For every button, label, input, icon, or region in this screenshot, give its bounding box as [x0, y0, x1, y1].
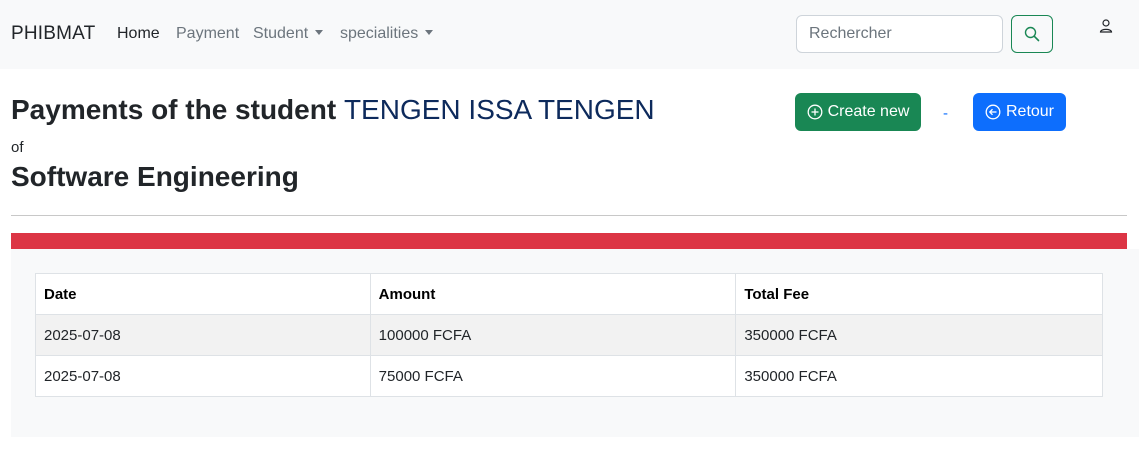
cell-date: 2025-07-08	[35, 314, 371, 356]
caret-down-icon	[425, 30, 434, 35]
create-new-label: Create new	[827, 103, 910, 120]
alert-bar	[11, 233, 1127, 249]
column-header-total-fee: Total Fee	[735, 273, 1103, 315]
page-title-prefix: Payments of the student	[11, 94, 337, 125]
search-button[interactable]	[1011, 15, 1053, 53]
cell-date: 2025-07-08	[35, 355, 371, 397]
of-label: of	[11, 139, 24, 156]
column-header-amount: Amount	[369, 273, 737, 315]
nav-dropdown-specialities[interactable]: specialities	[340, 25, 434, 43]
nav-link-home[interactable]: Home	[117, 25, 160, 43]
search-icon	[1024, 26, 1040, 42]
speciality-name: Software Engineering	[11, 161, 299, 192]
nav-dropdown-specialities-label: specialities	[340, 25, 419, 42]
nav-dropdown-student-label: Student	[253, 25, 309, 42]
button-separator: -	[943, 105, 948, 122]
caret-down-icon	[315, 30, 324, 35]
nav-link-payment[interactable]: Payment	[176, 25, 239, 43]
cell-total-fee: 350000 FCFA	[735, 355, 1103, 397]
cell-amount: 75000 FCFA	[369, 355, 737, 397]
back-button[interactable]: Retour	[973, 93, 1066, 131]
table-row: 2025-07-08 75000 FCFA 350000 FCFA	[35, 355, 1103, 397]
student-name: TENGEN ISSA TENGEN	[343, 94, 655, 125]
navbar: PHIBMAT Home Payment Student specialitie…	[0, 0, 1139, 69]
table-row: 2025-07-08 100000 FCFA 350000 FCFA	[35, 314, 1103, 356]
brand-logo-text[interactable]: PHIBMAT	[11, 23, 95, 45]
create-new-button[interactable]: Create new	[795, 93, 921, 131]
table-header-row: Date Amount Total Fee	[35, 273, 1103, 315]
cell-amount: 100000 FCFA	[369, 314, 737, 356]
plus-circle-icon	[807, 104, 823, 120]
column-header-date: Date	[35, 273, 371, 315]
back-label: Retour	[1005, 103, 1055, 120]
user-icon[interactable]	[1098, 18, 1114, 34]
search-input[interactable]	[796, 15, 1003, 53]
nav-dropdown-student[interactable]: Student	[253, 25, 324, 43]
page-title: Payments of the student TENGEN ISSA TENG…	[11, 94, 655, 126]
divider	[11, 215, 1127, 216]
payments-table: Date Amount Total Fee 2025-07-08 100000 …	[35, 273, 1103, 397]
arrow-left-circle-icon	[985, 104, 1001, 120]
cell-total-fee: 350000 FCFA	[735, 314, 1103, 356]
